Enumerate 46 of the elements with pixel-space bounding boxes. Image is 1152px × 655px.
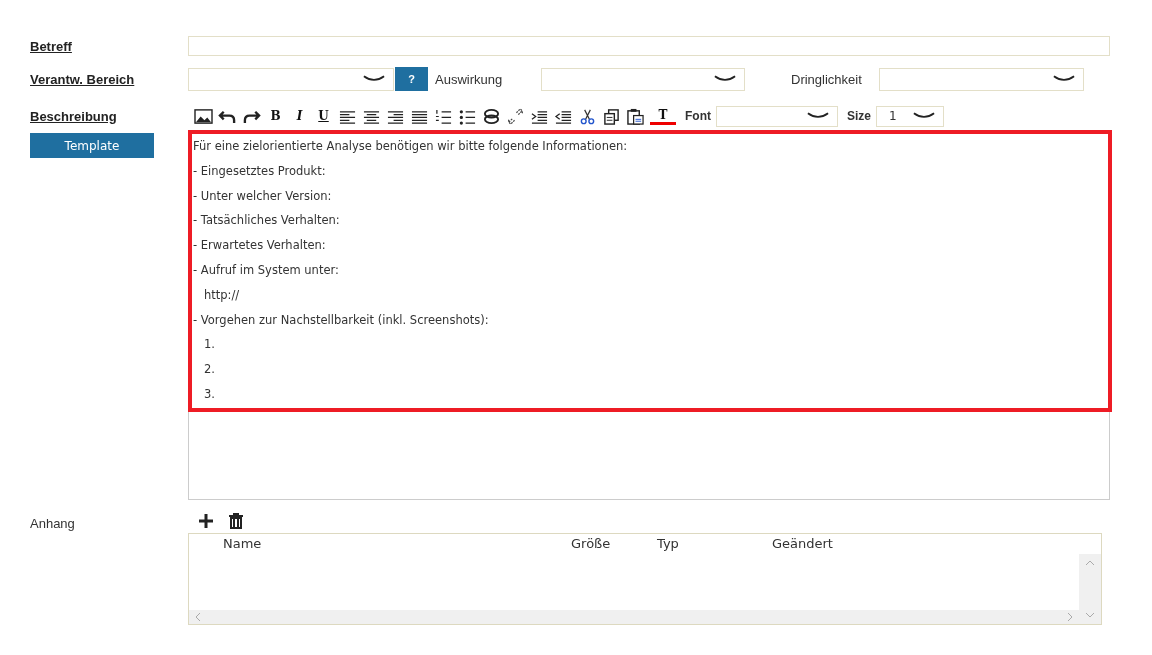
editor-line: - Vorgehen zur Nachstellbarkeit (inkl. Screenshots): [193,311,490,329]
field-label: Beschreibung [30,109,118,124]
editor-line: 1. [203,336,216,354]
chevron-down-icon [1053,75,1075,83]
text-color-button[interactable]: T [650,107,676,125]
field-label: Betreff [30,38,73,54]
paste-icon[interactable] [626,107,645,125]
trash-icon[interactable] [228,513,244,529]
template-button[interactable]: Template [30,133,154,158]
underline-button[interactable]: U [314,109,333,123]
editor-line: 2. [203,361,216,379]
field-label: Auswirkung [435,71,504,87]
field-label: Anhang [30,515,76,531]
editor-line: - Eingesetztes Produkt: [193,162,327,180]
column-header[interactable]: Name [223,536,262,551]
bullet-list-icon[interactable] [458,107,477,125]
editor-line: 3. [203,385,216,403]
chevron-down-icon [807,112,829,120]
italic-button[interactable]: I [290,109,309,123]
font-label: Font [685,109,711,123]
chevron-down-icon [714,75,736,83]
column-header[interactable]: Geändert [772,536,833,551]
bold-button[interactable]: B [266,109,285,123]
editor-line: - Unter welcher Version: [193,187,333,205]
editor-line: - Tatsächliches Verhalten: [193,212,341,230]
plus-icon[interactable] [198,513,214,529]
subject-field[interactable] [188,36,1110,56]
size-dropdown[interactable]: 1 [876,105,944,127]
size-label: Size [847,109,871,123]
chevron-down-icon [363,75,385,83]
chevron-down-icon [913,112,935,120]
numbered-list-icon[interactable] [434,107,453,125]
field-label: Dringlichkeit [791,71,863,87]
editor-line: - Erwartetes Verhalten: [193,237,327,255]
editor-line: http:// [203,286,241,304]
column-header[interactable]: Typ [657,536,679,551]
text-editor[interactable] [188,130,1110,500]
link-icon[interactable] [482,107,501,125]
copy-icon[interactable] [602,107,621,125]
cut-icon[interactable] [578,107,597,125]
help-button[interactable]: ? [395,67,428,91]
column-header[interactable]: Größe [571,536,611,551]
image-icon[interactable] [194,107,213,125]
editor-line: Für eine zielorientierte Analyse benötigen wir bitte folgende Informationen: [193,138,629,155]
editor-line: - Aufruf im System unter: [193,262,340,279]
field-label: Verantw. Bereich [30,71,136,87]
